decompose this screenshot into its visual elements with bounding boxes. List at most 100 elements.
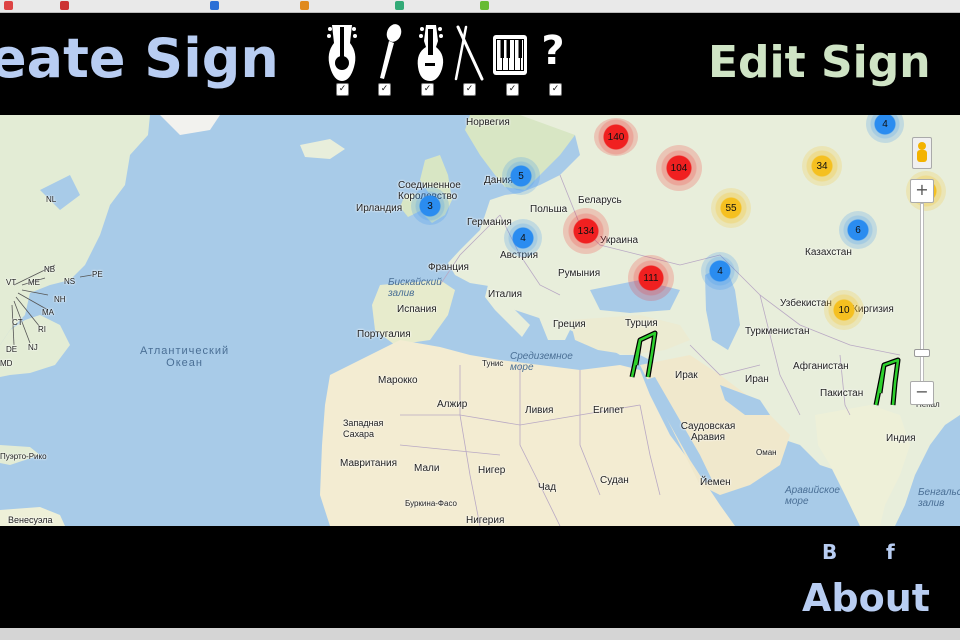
facebook-link-icon[interactable]: f [886, 540, 895, 564]
street-view-pegman-icon[interactable] [912, 137, 932, 169]
country-label: Туркменистан [745, 326, 810, 337]
piano-icon [493, 35, 527, 75]
country-label: Египет [593, 405, 625, 416]
country-label: Нигер [478, 465, 506, 476]
marker-cluster-blue[interactable]: 6 [839, 211, 877, 249]
checkbox-other[interactable]: ✓ [549, 83, 562, 96]
region-label: NB [44, 265, 56, 274]
marker-cluster-yellow[interactable]: 55 [711, 188, 751, 228]
create-sign-title[interactable]: eate Sign [0, 27, 279, 90]
country-label: Польша [530, 204, 568, 215]
edit-sign-title[interactable]: Edit Sign [708, 37, 931, 88]
country-label: Оман [756, 448, 777, 457]
region-label: DE [6, 345, 18, 354]
country-label: Йемен [700, 477, 731, 488]
country-label: Ирак [675, 370, 698, 381]
zoom-in-button[interactable]: + [910, 179, 934, 203]
browser-bottom-edge [0, 628, 960, 640]
marker-cluster-blue[interactable]: 4 [701, 252, 739, 290]
marker-cluster-blue[interactable]: 4 [504, 219, 542, 257]
country-label: Нигерия [466, 515, 505, 526]
map-zoom-controls: + − [906, 115, 936, 526]
country-label: Марокко [378, 375, 418, 386]
country-label: Турция [625, 318, 658, 329]
country-label: Иран [745, 374, 769, 385]
region-label: NL [46, 195, 57, 204]
sea-label: Бискайский залив [388, 277, 442, 299]
region-label: MA [42, 308, 54, 317]
marker-cluster-red[interactable]: 134 [563, 208, 609, 254]
marker-cluster-red[interactable]: 111 [628, 255, 674, 301]
sea-label: Средиземное море [510, 351, 573, 373]
instrument-piano[interactable] [492, 23, 528, 83]
instrument-drums[interactable] [452, 23, 488, 83]
marker-cluster-red[interactable]: 140 [594, 118, 638, 156]
region-label: RI [38, 325, 46, 334]
bookmark-favicon[interactable] [300, 1, 309, 10]
marker-cluster-blue[interactable]: 3 [411, 187, 449, 225]
instrument-bass[interactable] [412, 23, 448, 83]
country-label: Ливия [525, 405, 554, 416]
region-label: MD [0, 359, 13, 368]
country-label: Пуэрто-Рико [0, 452, 47, 461]
about-link[interactable]: About [802, 576, 930, 620]
marker-cluster-blue[interactable]: 5 [502, 157, 540, 195]
region-label: NH [54, 295, 66, 304]
sea-label: Аравийское море [785, 485, 840, 507]
country-label: Буркина-Фасо [405, 499, 458, 508]
country-label: Алжир [437, 399, 468, 410]
bookmark-favicon[interactable] [480, 1, 489, 10]
ocean-label-line1: Атлантический [140, 345, 230, 357]
question-mark-icon[interactable]: ? [538, 21, 568, 81]
bass-guitar-icon [417, 25, 444, 81]
country-label: Германия [467, 217, 512, 228]
checkbox-piano[interactable]: ✓ [506, 83, 519, 96]
country-label: Греция [553, 319, 586, 330]
bookmark-favicon[interactable] [4, 1, 13, 10]
country-label: Италия [488, 289, 523, 300]
country-label: Ирландия [356, 203, 403, 214]
country-label: Португалия [357, 329, 411, 340]
ocean-label: Атлантический Океан [140, 345, 229, 369]
country-label: Мали [414, 463, 440, 474]
marker-cluster-red[interactable]: 104 [656, 145, 702, 191]
zoom-slider-track[interactable] [920, 203, 924, 391]
checkbox-drums[interactable]: ✓ [463, 83, 476, 96]
marker-cluster-yellow[interactable]: 10 [824, 290, 864, 330]
instrument-guitar[interactable] [324, 23, 360, 83]
app-footer: B f About [0, 526, 960, 640]
microphone-icon [380, 24, 402, 79]
country-label: Румыния [558, 268, 601, 279]
checkbox-bass[interactable]: ✓ [421, 83, 434, 96]
country-label: Пакистан [820, 388, 864, 399]
country-label: Судан [600, 475, 629, 486]
bookmark-favicon[interactable] [60, 1, 69, 10]
country-label: Франция [428, 262, 469, 273]
instrument-microphone[interactable] [372, 23, 408, 83]
bookmark-favicon[interactable] [395, 1, 404, 10]
country-label: Беларусь [578, 195, 622, 206]
region-label: NJ [28, 343, 38, 352]
region-label: NS [64, 277, 76, 286]
zoom-slider-handle[interactable] [914, 349, 930, 357]
region-label: CT [12, 318, 23, 327]
country-label: Казахстан [805, 247, 852, 258]
marker-cluster-yellow[interactable]: 34 [802, 146, 842, 186]
blog-link-icon[interactable]: B [822, 540, 837, 564]
world-map[interactable]: Атлантический Океан Бискайский залив Сре… [0, 115, 960, 526]
zoom-out-button[interactable]: − [910, 381, 934, 405]
region-label: PE [92, 270, 103, 279]
checkbox-microphone[interactable]: ✓ [378, 83, 391, 96]
bookmark-favicon[interactable] [210, 1, 219, 10]
country-label: Норвегия [466, 117, 510, 128]
checkbox-guitar[interactable]: ✓ [336, 83, 349, 96]
drumsticks-icon [454, 25, 484, 81]
country-label: Испания [397, 304, 437, 315]
country-label: Мавритания [340, 458, 398, 469]
country-label: Чад [538, 482, 557, 493]
country-label: Саудовская Аравия [680, 421, 736, 443]
ocean-label-line2: Океан [166, 357, 203, 369]
region-label: ME [28, 278, 40, 287]
country-label: Тунис [482, 359, 504, 368]
country-label: Афганистан [793, 361, 849, 372]
